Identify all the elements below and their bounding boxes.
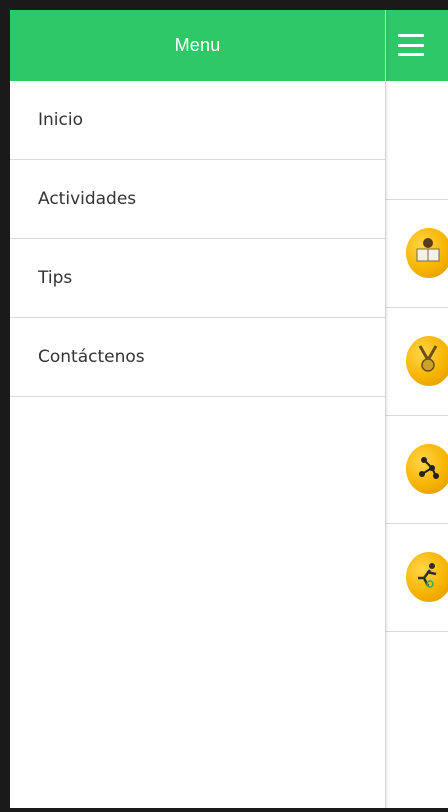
menu-item-actividades[interactable]: Actividades [10, 160, 385, 239]
app-screen: Menu Inicio Actividades Tips Contáctenos [10, 10, 448, 808]
drawer-edge-shadow [386, 10, 389, 808]
reading-person-icon [406, 228, 448, 278]
menu-item-inicio[interactable]: Inicio [10, 81, 385, 160]
list-item[interactable] [386, 523, 448, 631]
list-item[interactable] [386, 415, 448, 523]
menu-item-label: Actividades [38, 189, 137, 209]
hamburger-icon[interactable] [398, 34, 424, 56]
menu-item-contactenos[interactable]: Contáctenos [10, 318, 385, 397]
medal-icon [406, 336, 448, 386]
menu-item-label: Inicio [38, 110, 83, 130]
side-drawer: Menu Inicio Actividades Tips Contáctenos [10, 10, 386, 808]
list-divider [386, 631, 448, 632]
drawer-title: Menu [174, 35, 221, 55]
drawer-header: Menu [10, 10, 385, 81]
menu-item-label: Contáctenos [38, 347, 145, 367]
runner-icon [406, 552, 448, 602]
list-item[interactable] [386, 307, 448, 415]
menu-item-tips[interactable]: Tips [10, 239, 385, 318]
menu-item-label: Tips [38, 268, 73, 288]
molecule-icon [406, 444, 448, 494]
list-item[interactable] [386, 199, 448, 307]
